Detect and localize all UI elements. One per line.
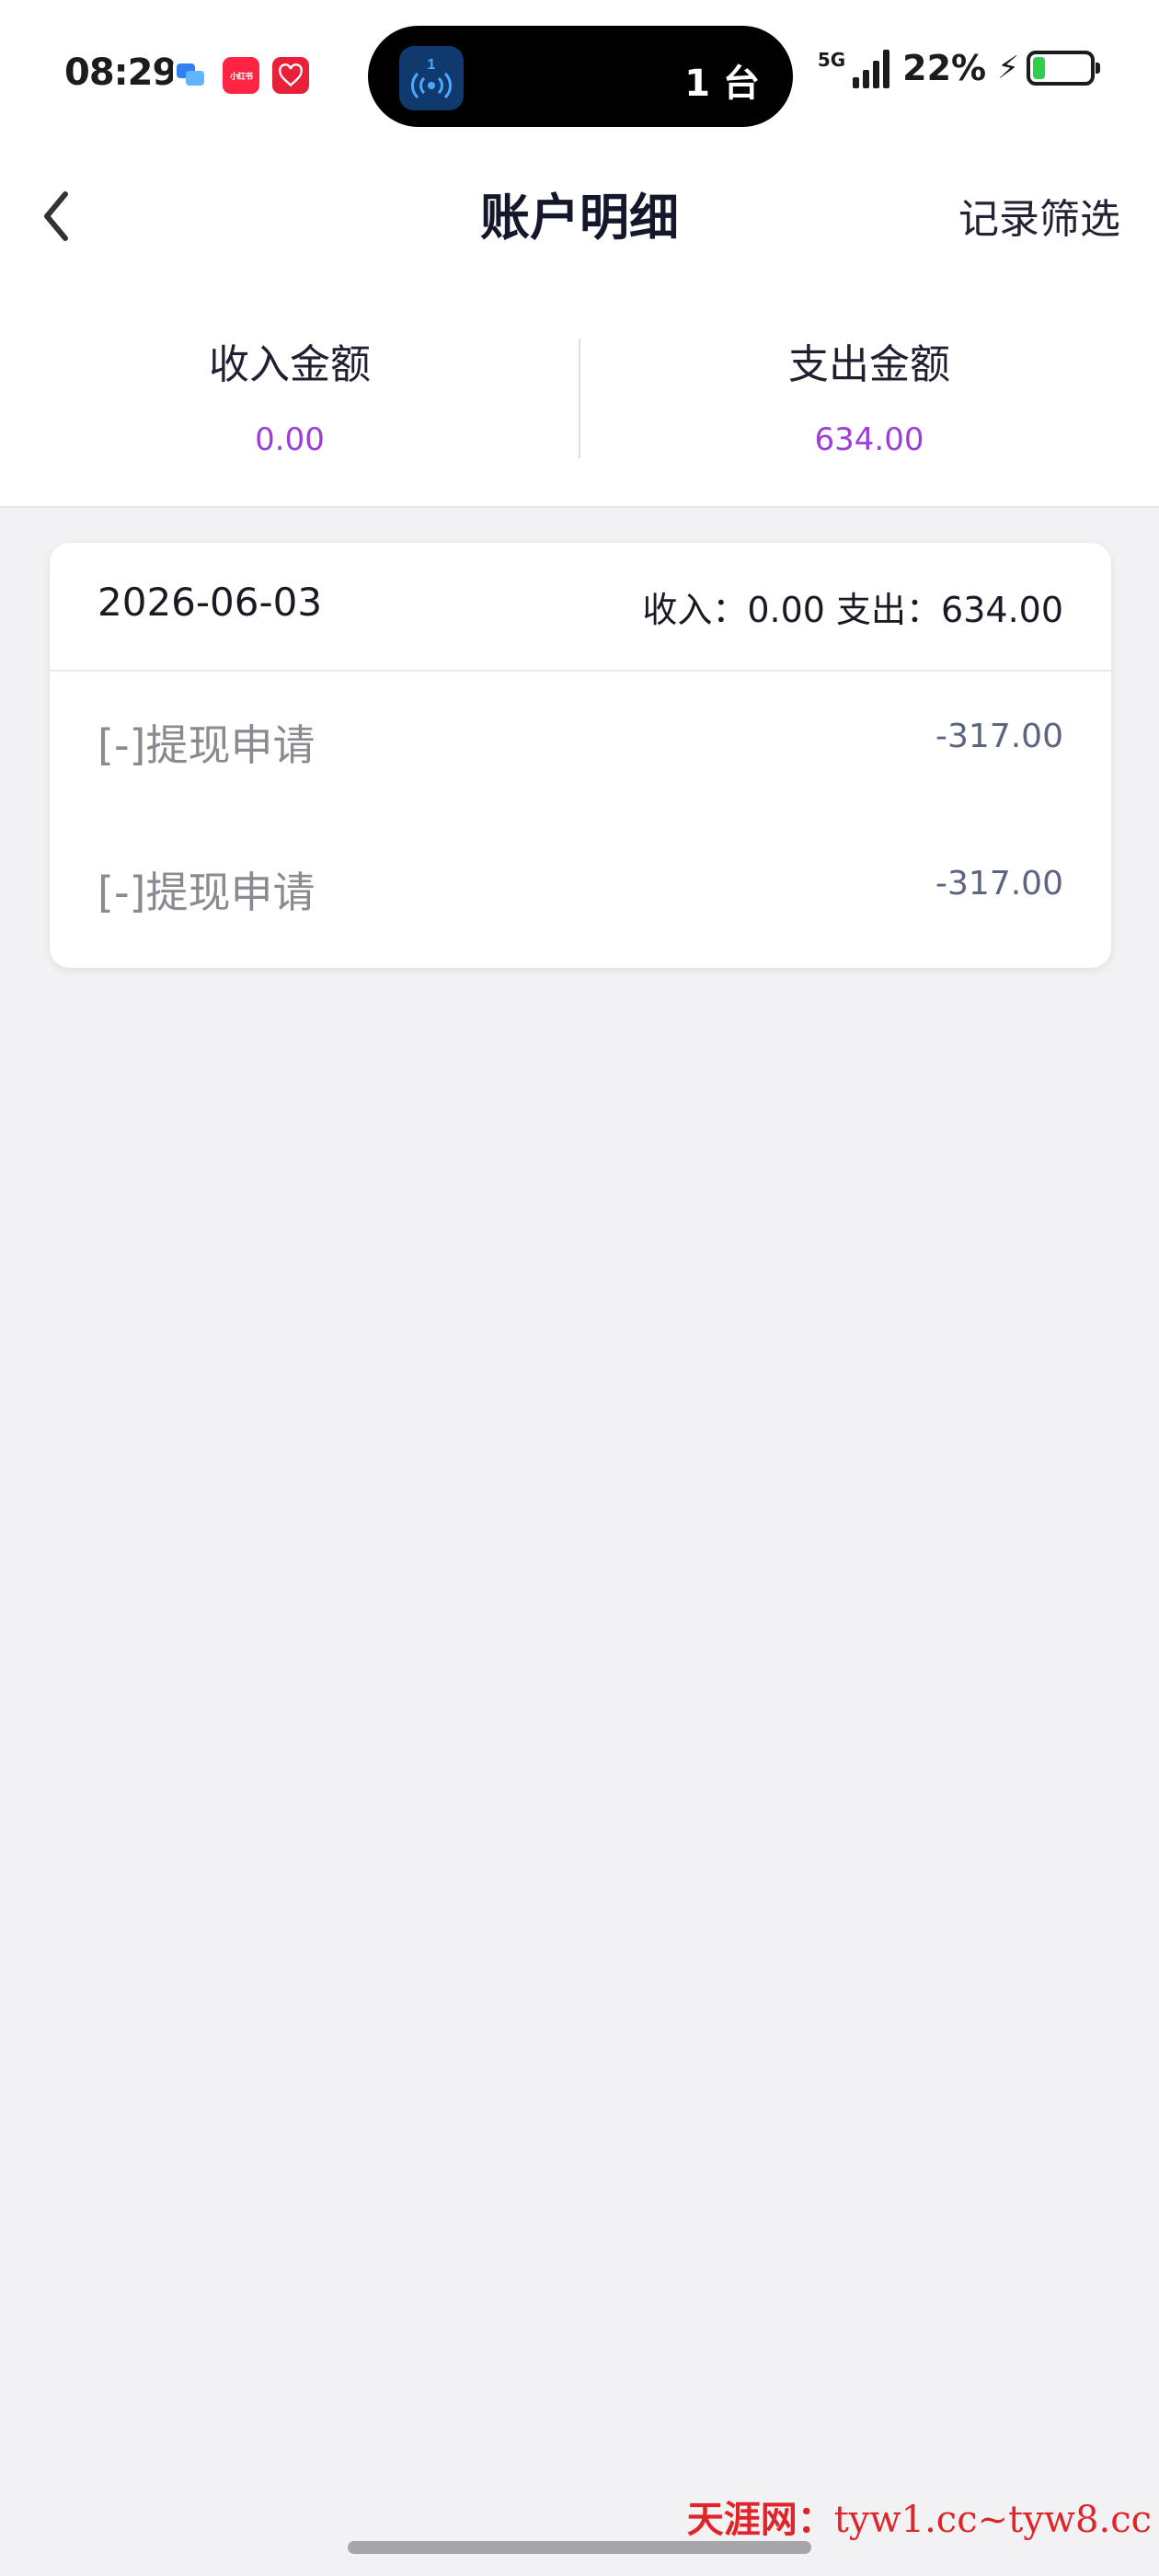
battery-icon: [1027, 51, 1100, 86]
record-title: [-]提现申请: [98, 868, 316, 917]
watermark-brand: 天涯网：: [686, 2498, 834, 2541]
expense-value: 634.00: [814, 421, 924, 458]
day-date: 2026-06-03: [98, 580, 323, 625]
broadcast-icon: 1: [399, 46, 464, 110]
income-value: 0.00: [255, 421, 325, 458]
status-bar: 08:29 小红书 1 1 台 5G 22% ⚡: [0, 0, 1159, 147]
status-indicators: 5G 22% ⚡: [817, 48, 1100, 88]
record-title: [-]提现申请: [98, 720, 316, 770]
notification-icons: 小红书: [173, 57, 309, 94]
charging-bolt-icon: ⚡: [997, 50, 1019, 86]
island-text: 1 台: [684, 63, 760, 105]
battery-percent: 22%: [902, 48, 987, 88]
signal-icon: [853, 48, 890, 88]
account-summary: 收入金额 0.00 支出金额 634.00: [0, 285, 1159, 508]
home-indicator[interactable]: [348, 2541, 811, 2554]
island-badge: 1: [428, 57, 436, 73]
nav-bar: 账户明细 记录筛选: [0, 147, 1159, 285]
list-item[interactable]: [-]提现申请 -317.00: [50, 819, 1111, 966]
income-summary: 收入金额 0.00: [0, 331, 580, 458]
xiaohongshu-icon: 小红书: [223, 57, 259, 94]
record-amount: -317.00: [935, 718, 1063, 755]
battery-fill: [1033, 57, 1046, 79]
record-filter-button[interactable]: 记录筛选: [958, 186, 1120, 245]
app-heart-icon: [272, 57, 309, 94]
record-amount: -317.00: [935, 865, 1063, 903]
chat-bubble-icon: [173, 57, 210, 94]
status-time: 08:29: [64, 52, 178, 94]
income-label: 收入金额: [209, 341, 371, 388]
expense-label: 支出金额: [788, 341, 950, 388]
day-header: 2026-06-03 收入：0.00 支出：634.00: [50, 543, 1111, 672]
watermark-text: tyw1.cc~tyw8.cc: [833, 2499, 1152, 2541]
dynamic-island[interactable]: 1 1 台: [368, 26, 793, 127]
day-record-card: 2026-06-03 收入：0.00 支出：634.00 [-]提现申请 -31…: [50, 543, 1111, 968]
network-type: 5G: [817, 49, 846, 71]
list-item[interactable]: [-]提现申请 -317.00: [50, 672, 1111, 819]
day-totals: 收入：0.00 支出：634.00: [642, 590, 1063, 630]
expense-summary: 支出金额 634.00: [580, 331, 1159, 458]
watermark: 天涯网：tyw1.cc~tyw8.cc: [687, 2490, 1152, 2543]
